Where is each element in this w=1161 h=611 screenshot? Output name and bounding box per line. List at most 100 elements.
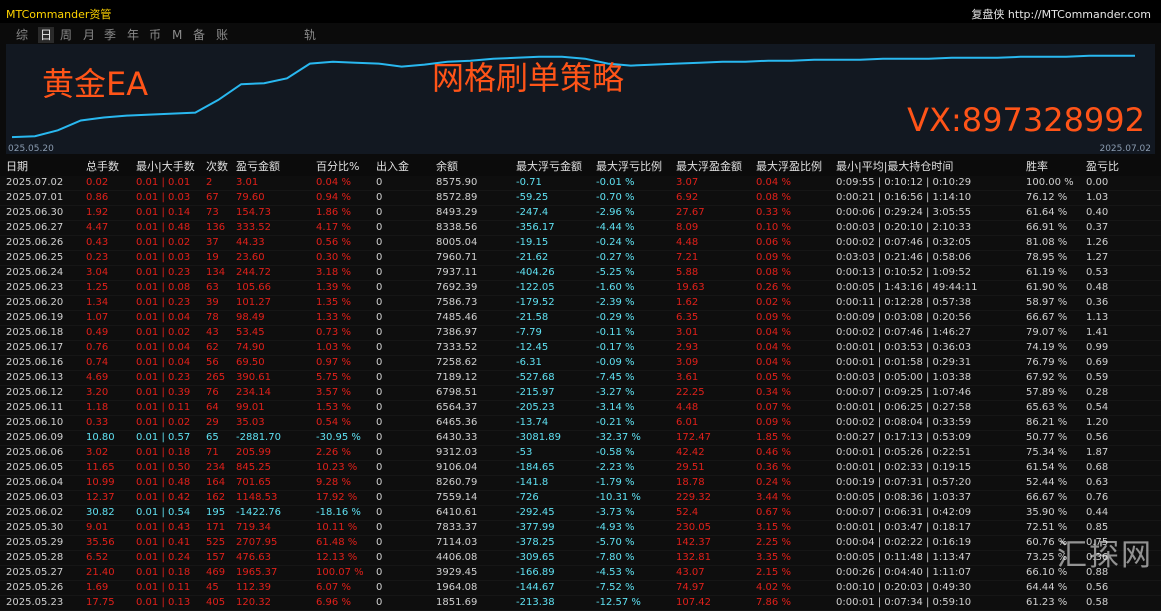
tab-5[interactable]: 年	[127, 27, 139, 43]
table-row[interactable]: 2025.06.17 0.76 0.01 | 0.04 62 74.90 1.03 % 0 7…	[0, 341, 1161, 356]
cell-pnl: 98.49	[236, 312, 265, 323]
cell-balance: 6465.36	[436, 417, 478, 428]
col-header-lots[interactable]: 总手数	[86, 160, 119, 174]
table-row[interactable]: 2025.06.26 0.43 0.01 | 0.02 37 44.33 0.56 % 0 8…	[0, 236, 1161, 251]
site-link[interactable]: 复盘侠 http://MTCommander.com	[971, 6, 1151, 22]
col-header-ratio[interactable]: 盈亏比	[1086, 160, 1119, 174]
table-row[interactable]: 2025.06.02 30.82 0.01 | 0.54 195 -1422.76 -18…	[0, 506, 1161, 521]
tab-8[interactable]: 备	[193, 27, 205, 43]
cell-hold: 0:00:01 | 0:07:34 | 0:59:10	[836, 597, 972, 608]
cell-io: 0	[376, 537, 383, 548]
cell-lots: 1.69	[86, 582, 109, 593]
cell-date: 2025.07.02	[6, 177, 64, 188]
chart-start-date: 025.05.20	[8, 144, 54, 154]
cell-maxddp: -0.21 %	[596, 417, 635, 428]
cell-maxfpp: 0.33 %	[756, 207, 791, 218]
cell-maxfpp: 3.15 %	[756, 522, 791, 533]
cell-hold: 0:09:55 | 0:10:12 | 0:10:29	[836, 177, 972, 188]
tab-6[interactable]: 币	[149, 27, 161, 43]
table-row[interactable]: 2025.06.27 4.47 0.01 | 0.48 136 333.52 4.17 %…	[0, 221, 1161, 236]
table-row[interactable]: 2025.06.19 1.07 0.01 | 0.04 78 98.49 1.33 % 0 7…	[0, 311, 1161, 326]
table-row[interactable]: 2025.07.02 0.02 0.01 | 0.01 2 3.01 0.04 % 0 857…	[0, 176, 1161, 191]
table-row[interactable]: 2025.06.10 0.33 0.01 | 0.02 29 35.03 0.54 % 0 6…	[0, 416, 1161, 431]
table-row[interactable]: 2025.06.09 10.80 0.01 | 0.57 65 -2881.70 -30.…	[0, 431, 1161, 446]
cell-maxfp: 74.97	[676, 582, 705, 593]
cell-maxfp: 3.09	[676, 357, 699, 368]
table-row[interactable]: 2025.06.16 0.74 0.01 | 0.04 56 69.50 0.97 % 0 7…	[0, 356, 1161, 371]
table-row[interactable]: 2025.06.20 1.34 0.01 | 0.23 39 101.27 1.35 % 0…	[0, 296, 1161, 311]
col-header-date[interactable]: 日期	[6, 160, 28, 174]
cell-minmax: 0.01 | 0.02	[136, 237, 191, 248]
tab-0[interactable]: 综	[16, 27, 28, 43]
cell-date: 2025.06.20	[6, 297, 64, 308]
cell-pct: 0.54 %	[316, 417, 351, 428]
cell-count: 164	[206, 477, 226, 488]
table-row[interactable]: 2025.05.27 21.40 0.01 | 0.18 469 1965.37 100.…	[0, 566, 1161, 581]
col-header-pct[interactable]: 百分比%	[316, 160, 359, 174]
cell-hold: 0:00:13 | 0:10:52 | 1:09:52	[836, 267, 972, 278]
tab-4[interactable]: 季	[104, 27, 116, 43]
table-row[interactable]: 2025.07.01 0.86 0.01 | 0.03 67 79.60 0.94 % 0 8…	[0, 191, 1161, 206]
col-header-maxfp[interactable]: 最大浮盈金额	[676, 160, 742, 174]
cell-maxfp: 8.09	[676, 222, 699, 233]
cell-io: 0	[376, 327, 383, 338]
cell-pct: 1.35 %	[316, 297, 351, 308]
cell-maxddp: -7.80 %	[596, 552, 635, 563]
tab-1[interactable]: 日	[38, 27, 55, 43]
cell-maxfp: 132.81	[676, 552, 711, 563]
cell-win: 81.08 %	[1026, 237, 1068, 248]
col-header-maxdd[interactable]: 最大浮亏金额	[516, 160, 582, 174]
table-row[interactable]: 2025.05.30 9.01 0.01 | 0.43 171 719.34 10.11 …	[0, 521, 1161, 536]
table-row[interactable]: 2025.06.03 12.37 0.01 | 0.42 162 1148.53 17.9…	[0, 491, 1161, 506]
cell-maxdd: -377.99	[516, 522, 555, 533]
cell-date: 2025.06.16	[6, 357, 64, 368]
cell-io: 0	[376, 222, 383, 233]
cell-minmax: 0.01 | 0.02	[136, 327, 191, 338]
col-header-io[interactable]: 出入金	[376, 160, 409, 174]
table-row[interactable]: 2025.05.23 17.75 0.01 | 0.13 405 120.32 6.96 …	[0, 596, 1161, 611]
cell-maxddp: -0.01 %	[596, 177, 635, 188]
cell-date: 2025.06.03	[6, 492, 64, 503]
table-row[interactable]: 2025.06.30 1.92 0.01 | 0.14 73 154.73 1.86 % 0…	[0, 206, 1161, 221]
cell-win: 67.92 %	[1026, 372, 1068, 383]
table-row[interactable]: 2025.05.28 6.52 0.01 | 0.24 157 476.63 12.13 …	[0, 551, 1161, 566]
tab-2[interactable]: 周	[60, 27, 72, 43]
cell-hold: 0:00:19 | 0:07:31 | 0:57:20	[836, 477, 972, 488]
table-row[interactable]: 2025.06.18 0.49 0.01 | 0.02 43 53.45 0.73 % 0 7…	[0, 326, 1161, 341]
tab-7[interactable]: M	[172, 27, 182, 43]
col-header-hold[interactable]: 最小|平均|最大持仓时间	[836, 160, 953, 174]
cell-maxfpp: 0.05 %	[756, 372, 791, 383]
cell-lots: 0.86	[86, 192, 109, 203]
table-row[interactable]: 2025.06.25 0.23 0.01 | 0.03 19 23.60 0.30 % 0 7…	[0, 251, 1161, 266]
table-row[interactable]: 2025.05.26 1.69 0.01 | 0.11 45 112.39 6.07 % 0…	[0, 581, 1161, 596]
cell-maxfpp: 0.04 %	[756, 327, 791, 338]
cell-io: 0	[376, 462, 383, 473]
cell-minmax: 0.01 | 0.02	[136, 417, 191, 428]
cell-maxddp: -1.60 %	[596, 282, 635, 293]
table-row[interactable]: 2025.06.24 3.04 0.01 | 0.23 134 244.72 3.18 %…	[0, 266, 1161, 281]
table-row[interactable]: 2025.06.06 3.02 0.01 | 0.18 71 205.99 2.26 % 0…	[0, 446, 1161, 461]
col-header-maxddp[interactable]: 最大浮亏比例	[596, 160, 662, 174]
table-row[interactable]: 2025.06.05 11.65 0.01 | 0.50 234 845.25 10.23…	[0, 461, 1161, 476]
table-row[interactable]: 2025.06.23 1.25 0.01 | 0.08 63 105.66 1.39 % 0…	[0, 281, 1161, 296]
col-header-minmax[interactable]: 最小|大手数	[136, 160, 195, 174]
table-row[interactable]: 2025.05.29 35.56 0.01 | 0.41 525 2707.95 61.4…	[0, 536, 1161, 551]
tab-3[interactable]: 月	[83, 27, 95, 43]
col-header-maxfpp[interactable]: 最大浮盈比例	[756, 160, 822, 174]
col-header-pnl[interactable]: 盈亏金额	[236, 160, 280, 174]
cell-maxdd: -6.31	[516, 357, 542, 368]
table-row[interactable]: 2025.06.13 4.69 0.01 | 0.23 265 390.61 5.75 %…	[0, 371, 1161, 386]
col-header-win[interactable]: 胜率	[1026, 160, 1048, 174]
cell-maxdd: -292.45	[516, 507, 555, 518]
table-row[interactable]: 2025.06.04 10.99 0.01 | 0.48 164 701.65 9.28 …	[0, 476, 1161, 491]
cell-maxfp: 7.21	[676, 252, 699, 263]
cell-io: 0	[376, 387, 383, 398]
col-header-balance[interactable]: 余额	[436, 160, 458, 174]
cell-pct: 2.26 %	[316, 447, 351, 458]
table-row[interactable]: 2025.06.11 1.18 0.01 | 0.11 64 99.01 1.53 % 0 6…	[0, 401, 1161, 416]
col-header-count[interactable]: 次数	[206, 160, 228, 174]
cell-lots: 1.25	[86, 282, 109, 293]
cell-lots: 10.99	[86, 477, 115, 488]
cell-lots: 0.76	[86, 342, 109, 353]
table-row[interactable]: 2025.06.12 3.20 0.01 | 0.39 76 234.14 3.57 % 0…	[0, 386, 1161, 401]
